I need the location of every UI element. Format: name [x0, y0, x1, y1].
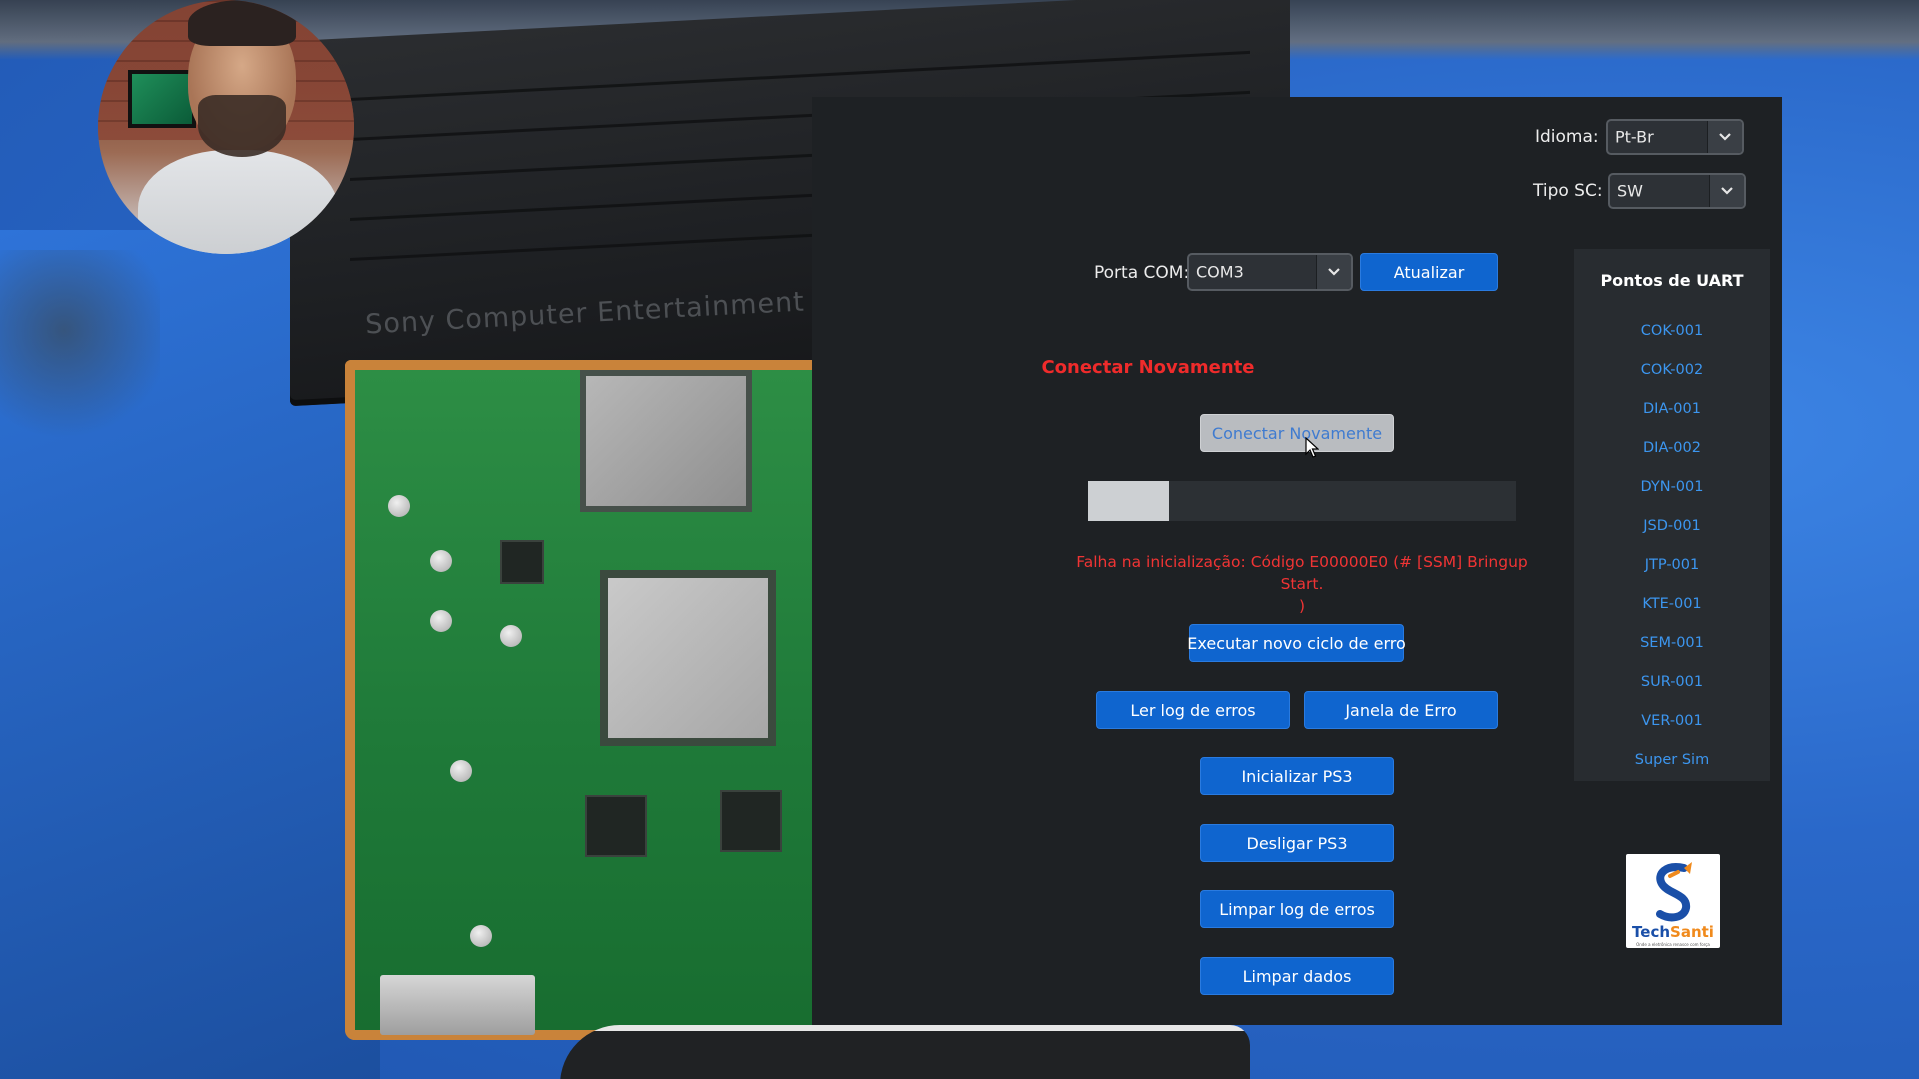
refresh-button[interactable]: Atualizar	[1360, 253, 1498, 291]
sc-type-label: Tipo SC:	[1533, 181, 1603, 201]
reconnect-button[interactable]: Conectar Novamente	[1200, 414, 1394, 452]
uart-item-dyn-001[interactable]: DYN-001	[1574, 479, 1770, 495]
chip	[580, 370, 752, 512]
sc-type-value: SW	[1617, 181, 1643, 201]
logo-tagline: Onde a eletrônica renasce com força	[1636, 942, 1710, 947]
com-port-select[interactable]: COM3	[1187, 253, 1353, 291]
console-base	[560, 1025, 1250, 1079]
mouse-pointer-icon	[1305, 437, 1319, 458]
run-error-cycle-button[interactable]: Executar novo ciclo de erro	[1187, 624, 1406, 662]
hdmi-port	[380, 975, 535, 1035]
uart-item-sem-001[interactable]: SEM-001	[1574, 635, 1770, 651]
language-value: Pt-Br	[1615, 127, 1654, 147]
uart-item-dia-001[interactable]: DIA-001	[1574, 401, 1770, 417]
loose-parts	[0, 250, 160, 450]
uart-points-panel: Pontos de UART COK-001 COK-002 DIA-001 D…	[1574, 249, 1770, 781]
sc-type-select[interactable]: SW	[1608, 173, 1746, 209]
uart-item-super-sim[interactable]: Super Sim	[1574, 752, 1770, 768]
chevron-down-icon	[1709, 175, 1744, 207]
progress-bar	[1088, 481, 1516, 521]
read-error-log-button[interactable]: Ler log de erros	[1096, 691, 1290, 729]
ps3-uart-tool-window: Idioma: Pt-Br Tipo SC: SW Porta COM: COM…	[812, 97, 1782, 1025]
clear-data-button[interactable]: Limpar dados	[1200, 957, 1394, 995]
uart-item-ver-001[interactable]: VER-001	[1574, 713, 1770, 729]
uart-item-kte-001[interactable]: KTE-001	[1574, 596, 1770, 612]
error-window-button[interactable]: Janela de Erro	[1304, 691, 1498, 729]
webcam-overlay	[98, 0, 354, 254]
uart-panel-title: Pontos de UART	[1600, 271, 1744, 290]
error-message: Falha na inicialização: Código E00000E0 …	[1076, 553, 1528, 615]
init-ps3-button[interactable]: Inicializar PS3	[1200, 757, 1394, 795]
uart-item-jtp-001[interactable]: JTP-001	[1574, 557, 1770, 573]
uart-item-cok-002[interactable]: COK-002	[1574, 362, 1770, 378]
uart-item-cok-001[interactable]: COK-001	[1574, 323, 1770, 339]
chevron-down-icon	[1316, 255, 1351, 289]
com-port-label: Porta COM:	[1094, 263, 1190, 283]
language-select[interactable]: Pt-Br	[1606, 119, 1744, 155]
uart-item-sur-001[interactable]: SUR-001	[1574, 674, 1770, 690]
logo-brand-text: TechSanti	[1632, 923, 1714, 941]
language-label: Idioma:	[1535, 127, 1599, 147]
status-title: Conectar Novamente	[1041, 357, 1255, 378]
processor-chip	[600, 570, 776, 746]
clear-error-log-button[interactable]: Limpar log de erros	[1200, 890, 1394, 928]
shutdown-ps3-button[interactable]: Desligar PS3	[1200, 824, 1394, 862]
uart-item-dia-002[interactable]: DIA-002	[1574, 440, 1770, 456]
com-port-value: COM3	[1196, 262, 1244, 282]
chevron-down-icon	[1707, 121, 1742, 153]
techsanti-logo: TechSanti Onde a eletrônica renasce com …	[1626, 854, 1720, 948]
uart-item-jsd-001[interactable]: JSD-001	[1574, 518, 1770, 534]
progress-fill	[1088, 481, 1170, 521]
